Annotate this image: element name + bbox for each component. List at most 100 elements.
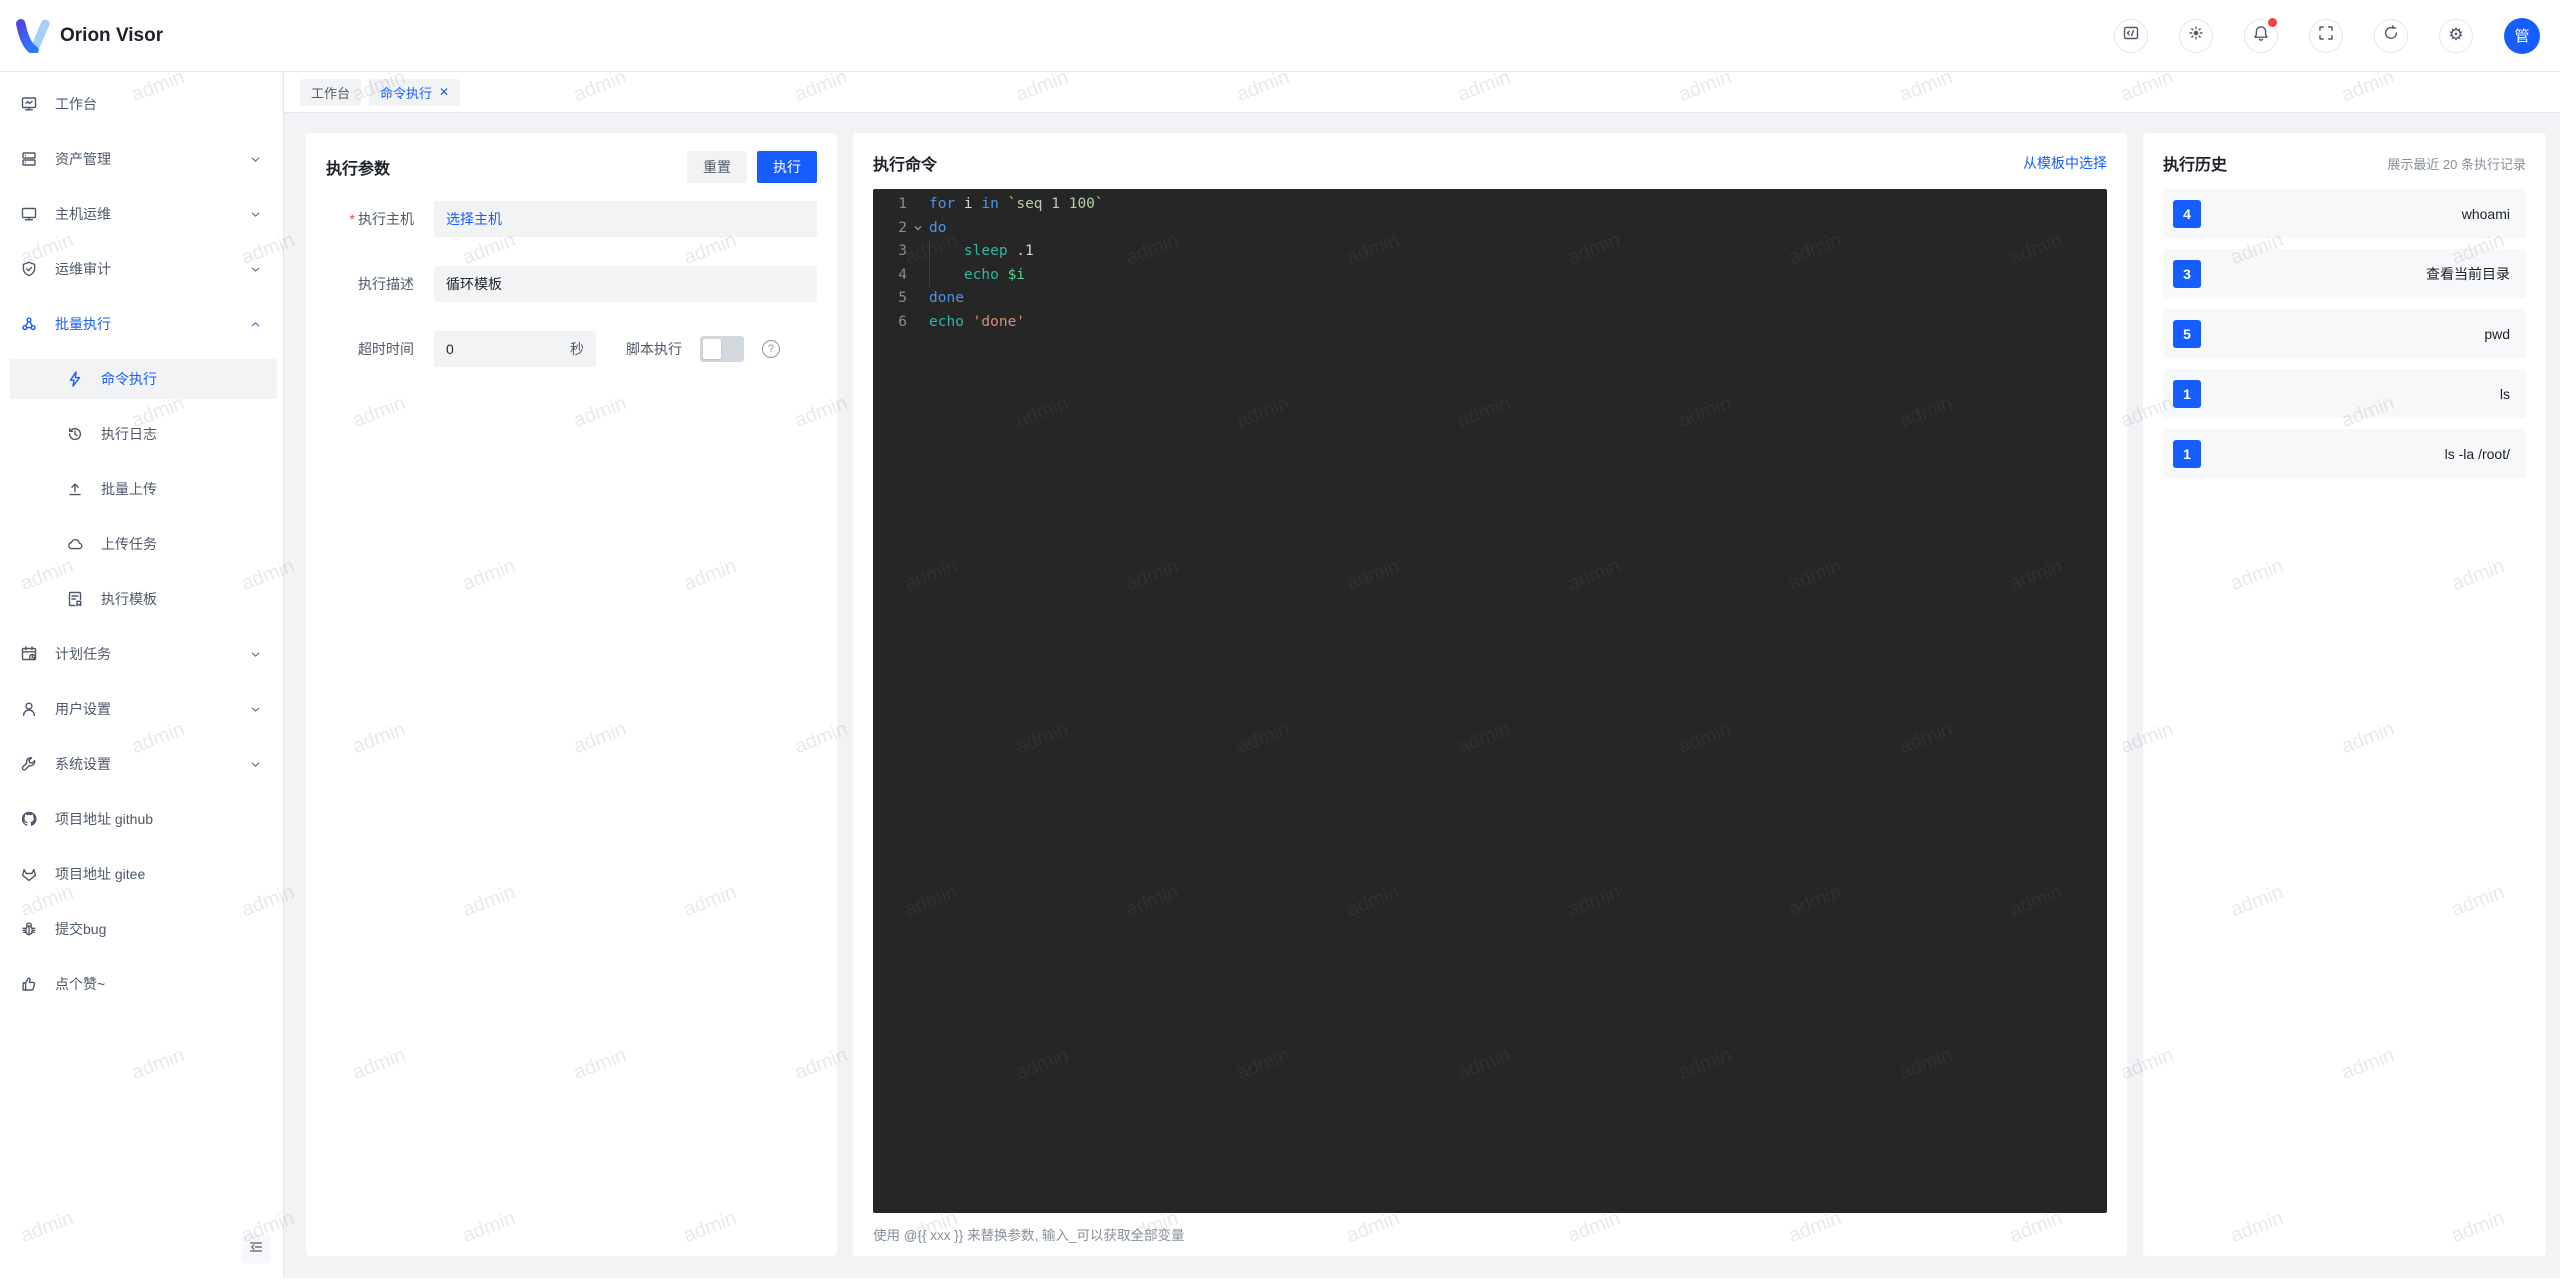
code-editor[interactable]: 1 for i in `seq 1 100` 2 do 3 sleep .1 4 echo…: [873, 189, 2107, 1213]
code-button[interactable]: [2114, 18, 2148, 53]
history-record[interactable]: 5 pwd: [2163, 309, 2526, 358]
exec-log-icon: [66, 425, 84, 443]
line-number: 1: [898, 196, 907, 212]
sidebar-item-audit[interactable]: 运维审计: [0, 249, 283, 289]
line-number: 6: [898, 313, 907, 330]
history-record[interactable]: 3 查看当前目录: [2163, 249, 2526, 298]
host-ops-icon: [20, 205, 38, 223]
exec-count-badge: 5: [2173, 319, 2201, 348]
exec-count-badge: 4: [2173, 199, 2201, 228]
history-record[interactable]: 4 whoami: [2163, 189, 2526, 238]
code-text: for i in `seq 1 100`: [929, 196, 1104, 212]
system-settings-icon: [20, 755, 38, 773]
chevron-down-icon: [249, 647, 263, 661]
theme-button[interactable]: [2179, 18, 2213, 53]
sidebar-item-batch-upload[interactable]: 批量上传: [0, 469, 283, 509]
github-icon: [20, 810, 38, 828]
sidebar-item-upload-task[interactable]: 上传任务: [0, 524, 283, 564]
select-from-template-link[interactable]: 从模板中选择: [2023, 153, 2107, 173]
fold-chevron-icon[interactable]: [907, 217, 929, 241]
sidebar: 工作台资产管理主机运维运维审计批量执行命令执行执行日志批量上传上传任务执行模板计…: [0, 72, 284, 1278]
sidebar-item-gitee[interactable]: 项目地址 gitee: [0, 854, 283, 894]
tab-command-exec[interactable]: 命令执行 ✕: [369, 78, 461, 106]
record-command: ls: [2499, 385, 2510, 402]
host-select[interactable]: 选择主机: [434, 201, 817, 237]
sidebar-item-system-settings[interactable]: 系统设置: [0, 744, 283, 784]
sidebar-item-label: 主机运维: [55, 206, 111, 222]
record-command: ls -la /root/: [2444, 445, 2510, 462]
sidebar-item-batch-exec[interactable]: 批量执行: [0, 304, 283, 344]
editor-gutter: 4: [873, 264, 929, 288]
fullscreen-icon: [2317, 24, 2335, 47]
sidebar-item-host-ops[interactable]: 主机运维: [0, 194, 283, 234]
chevron-up-icon: [249, 317, 263, 331]
exec-history-subtitle: 展示最近 20 条执行记录: [2387, 156, 2526, 172]
code-line: 1 for i in `seq 1 100`: [873, 193, 2107, 217]
gear-icon: ⚙: [2448, 25, 2464, 44]
sidebar-item-workbench[interactable]: 工作台: [0, 84, 283, 124]
close-icon[interactable]: ✕: [439, 86, 449, 98]
exec-history-title: 执行历史: [2163, 157, 2228, 174]
description-input[interactable]: 循环模板: [434, 266, 817, 302]
orion-visor-logo-icon: [16, 18, 50, 53]
editor-gutter: 1: [873, 193, 929, 217]
chevron-down-icon: [249, 262, 263, 276]
editor-hint: 使用 @{{ xxx }} 来替换参数, 输入_可以获取全部变量: [873, 1228, 1185, 1243]
refresh-button[interactable]: [2374, 18, 2408, 53]
app-logo: Orion Visor: [16, 18, 163, 53]
code-text: echo $i: [929, 263, 1025, 288]
reset-button[interactable]: 重置: [687, 151, 747, 183]
sidebar-item-like[interactable]: 点个赞~: [0, 964, 283, 1004]
sidebar-item-label: 项目地址 gitee: [55, 866, 146, 882]
app-header: Orion Visor ⚙ 管: [0, 0, 2560, 72]
code-line: 4 echo $i: [873, 263, 2107, 288]
collapse-sidebar-button[interactable]: [241, 1234, 271, 1264]
schedule-icon: [20, 645, 38, 663]
batch-upload-icon: [66, 480, 84, 498]
like-icon: [20, 975, 38, 993]
sidebar-item-github[interactable]: 项目地址 github: [0, 799, 283, 839]
run-button[interactable]: 执行: [757, 151, 817, 183]
sidebar-item-schedule[interactable]: 计划任务: [0, 634, 283, 674]
sidebar-item-label: 上传任务: [101, 536, 157, 552]
exec-template-icon: [66, 590, 84, 608]
sidebar-item-label: 执行日志: [101, 426, 157, 442]
sidebar-item-exec-template[interactable]: 执行模板: [0, 579, 283, 619]
sidebar-item-label: 运维审计: [55, 261, 111, 277]
sidebar-item-exec-log[interactable]: 执行日志: [0, 414, 283, 454]
sidebar-item-user-settings[interactable]: 用户设置: [0, 689, 283, 729]
user-avatar[interactable]: 管: [2504, 17, 2540, 54]
sidebar-item-command-exec[interactable]: 命令执行: [10, 359, 277, 399]
menu-fold-icon: [248, 1239, 264, 1260]
chevron-down-icon: [249, 757, 263, 771]
timeout-unit: 秒: [570, 341, 584, 357]
editor-gutter: 2: [873, 217, 929, 241]
help-icon[interactable]: ?: [762, 340, 780, 358]
notifications-button[interactable]: [2244, 17, 2278, 53]
exec-count-badge: 1: [2173, 439, 2201, 468]
script-exec-toggle[interactable]: [700, 336, 744, 362]
settings-button[interactable]: ⚙: [2439, 18, 2473, 53]
exec-params-panel: 执行参数 重置 执行 执行主机 选择主机 执行描述 循环模板: [306, 133, 837, 1256]
sidebar-item-label: 提交bug: [55, 921, 107, 937]
sidebar-item-label: 用户设置: [55, 701, 111, 717]
sidebar-item-label: 批量上传: [101, 481, 157, 497]
sidebar-item-label: 批量执行: [55, 316, 111, 332]
history-record[interactable]: 1 ls -la /root/: [2163, 429, 2526, 478]
fullscreen-button[interactable]: [2309, 18, 2343, 53]
description-label: 执行描述: [358, 276, 414, 292]
sidebar-item-label: 命令执行: [101, 371, 157, 387]
timeout-input[interactable]: 0 秒: [434, 331, 596, 367]
tab-workbench[interactable]: 工作台: [300, 78, 362, 106]
code-text: do: [929, 219, 947, 236]
code-line: 6 echo 'done': [873, 311, 2107, 335]
upload-task-icon: [66, 535, 84, 553]
sidebar-item-label: 点个赞~: [55, 976, 106, 992]
sidebar-item-bug[interactable]: 提交bug: [0, 909, 283, 949]
refresh-icon: [2382, 24, 2400, 47]
sidebar-item-assets[interactable]: 资产管理: [0, 139, 283, 179]
history-record[interactable]: 1 ls: [2163, 369, 2526, 418]
select-host-link[interactable]: 选择主机: [446, 209, 502, 229]
code-line: 3 sleep .1: [873, 240, 2107, 264]
theme-icon: [2187, 24, 2205, 47]
